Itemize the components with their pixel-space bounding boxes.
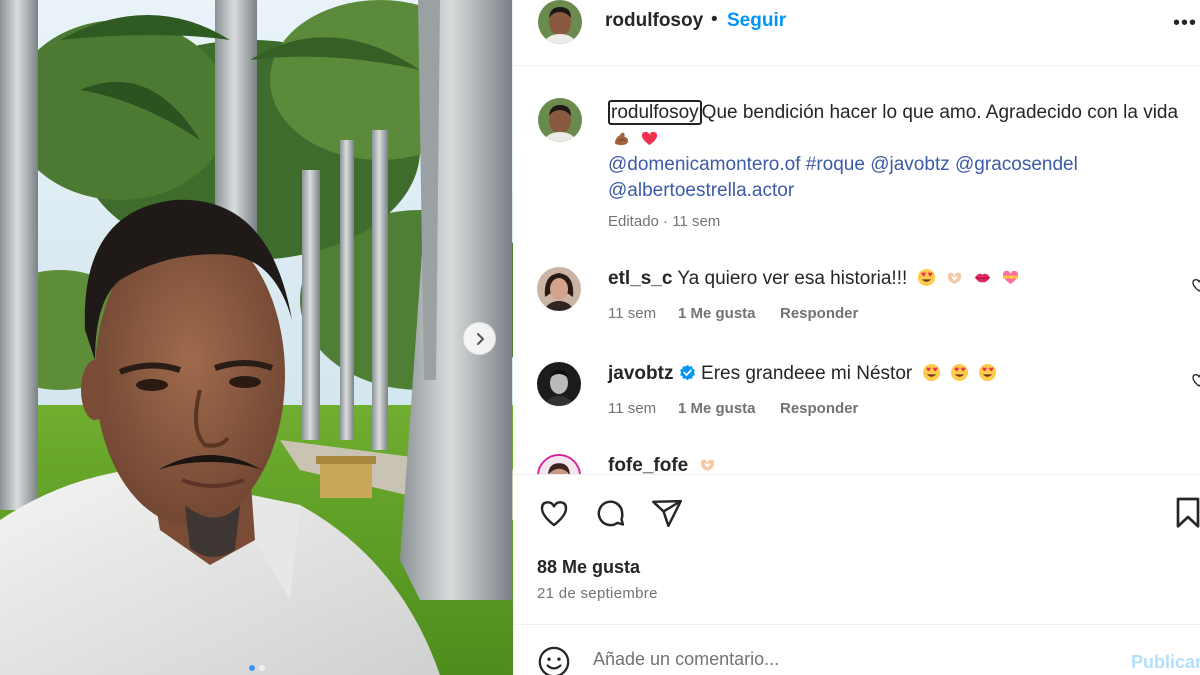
comment-text: Eres grandeee mi Néstor bbox=[701, 363, 913, 384]
comment-time: 11 sem bbox=[608, 305, 657, 322]
comment-username[interactable]: javobtz bbox=[608, 363, 673, 384]
more-options-icon[interactable]: ••• bbox=[1173, 12, 1197, 35]
author-avatar[interactable] bbox=[538, 0, 582, 44]
comment-item: fofe_fofe bbox=[513, 454, 1200, 474]
hashtag-link[interactable]: #roque bbox=[806, 154, 865, 175]
post-caption: rodulfosoy Que bendición hacer lo que amo… bbox=[608, 99, 1193, 153]
follow-button[interactable]: Seguir bbox=[727, 10, 786, 32]
comment-line: javobtz Eres grandeee mi Néstor bbox=[608, 363, 997, 385]
mention-link[interactable]: @javobtz bbox=[870, 154, 950, 175]
heart-ribbon-emoji-icon bbox=[1003, 270, 1019, 285]
kiss-lips-emoji-icon bbox=[975, 273, 991, 283]
comment-item: javobtz Eres grandeee mi Néstor 11 sem 1… bbox=[513, 362, 1200, 432]
commenter-avatar[interactable] bbox=[537, 454, 581, 474]
heart-hands-emoji-icon bbox=[947, 272, 961, 285]
comment-meta: 11 sem 1 Me gusta Responder bbox=[608, 400, 858, 417]
reply-button[interactable]: Responder bbox=[780, 305, 858, 322]
separator-dot: • bbox=[711, 9, 718, 30]
heart-hands-emoji-icon bbox=[700, 459, 714, 472]
like-comment-icon[interactable] bbox=[1191, 372, 1200, 393]
post-actions: 88 Me gusta 21 de septiembre bbox=[513, 474, 1200, 624]
share-icon[interactable] bbox=[650, 497, 684, 535]
emoji-picker-icon[interactable] bbox=[537, 645, 571, 675]
post-likes-count[interactable]: 88 Me gusta bbox=[537, 557, 640, 578]
comment-likes[interactable]: 1 Me gusta bbox=[678, 305, 780, 322]
carousel-indicator bbox=[0, 665, 513, 671]
carousel-dot bbox=[248, 665, 255, 671]
muscle-emoji-icon bbox=[614, 132, 629, 146]
heart-eyes-emoji-icon bbox=[979, 363, 997, 382]
post-details-panel: rodulfosoy • Seguir ••• rodulfosoy Que be… bbox=[513, 0, 1200, 675]
caption-mentions: @domenicamontero.of #roque @javobtz @gra… bbox=[608, 152, 1168, 204]
mention-link[interactable]: @domenicamontero.of bbox=[608, 154, 801, 175]
author-username[interactable]: rodulfosoy bbox=[605, 10, 703, 32]
mention-link[interactable]: @albertoestrella.actor bbox=[608, 180, 794, 201]
caption-text: Que bendición hacer lo que amo. Agradeci… bbox=[701, 102, 1179, 123]
comment-username[interactable]: fofe_fofe bbox=[608, 455, 688, 474]
comment-text: Ya quiero ver esa historia!!! bbox=[677, 268, 908, 289]
red-heart-emoji-icon bbox=[642, 131, 658, 146]
heart-eyes-emoji-icon bbox=[917, 268, 935, 287]
commenter-avatar[interactable] bbox=[537, 267, 581, 311]
verified-badge-icon bbox=[679, 364, 695, 381]
comment-username[interactable]: etl_s_c bbox=[608, 268, 672, 289]
post-image bbox=[0, 0, 513, 675]
edited-timestamp: Editado · 11 sem bbox=[608, 213, 721, 230]
post-header: rodulfosoy • Seguir ••• bbox=[513, 0, 1200, 66]
post-date: 21 de septiembre bbox=[537, 585, 658, 602]
comment-meta: 11 sem 1 Me gusta Responder bbox=[608, 305, 858, 322]
next-photo-button[interactable] bbox=[463, 322, 496, 355]
comment-line: etl_s_c Ya quiero ver esa historia!!! bbox=[608, 268, 1020, 290]
carousel-dot bbox=[258, 665, 265, 671]
caption-username[interactable]: rodulfosoy bbox=[608, 100, 702, 125]
comment-item: etl_s_c Ya quiero ver esa historia!!! 11… bbox=[513, 267, 1200, 337]
chevron-right-icon bbox=[476, 332, 484, 345]
comment-time: 11 sem bbox=[608, 400, 657, 417]
publish-button[interactable]: Publicar bbox=[1131, 652, 1200, 673]
comment-line: fofe_fofe bbox=[608, 455, 717, 474]
comment-likes[interactable]: 1 Me gusta bbox=[678, 400, 780, 417]
mention-link[interactable]: @gracosendel bbox=[955, 154, 1078, 175]
save-icon[interactable] bbox=[1175, 497, 1200, 534]
like-comment-icon[interactable] bbox=[1191, 277, 1200, 298]
post-photo bbox=[0, 0, 513, 675]
comment-input[interactable] bbox=[593, 649, 1093, 670]
heart-eyes-emoji-icon bbox=[950, 363, 968, 382]
like-icon[interactable] bbox=[537, 497, 571, 534]
reply-button[interactable]: Responder bbox=[780, 400, 858, 417]
add-comment-bar: Publicar bbox=[513, 624, 1200, 675]
comment-icon[interactable] bbox=[594, 497, 627, 535]
caption-author-avatar[interactable] bbox=[538, 98, 582, 142]
commenter-avatar[interactable] bbox=[537, 362, 581, 406]
heart-eyes-emoji-icon bbox=[922, 363, 940, 382]
